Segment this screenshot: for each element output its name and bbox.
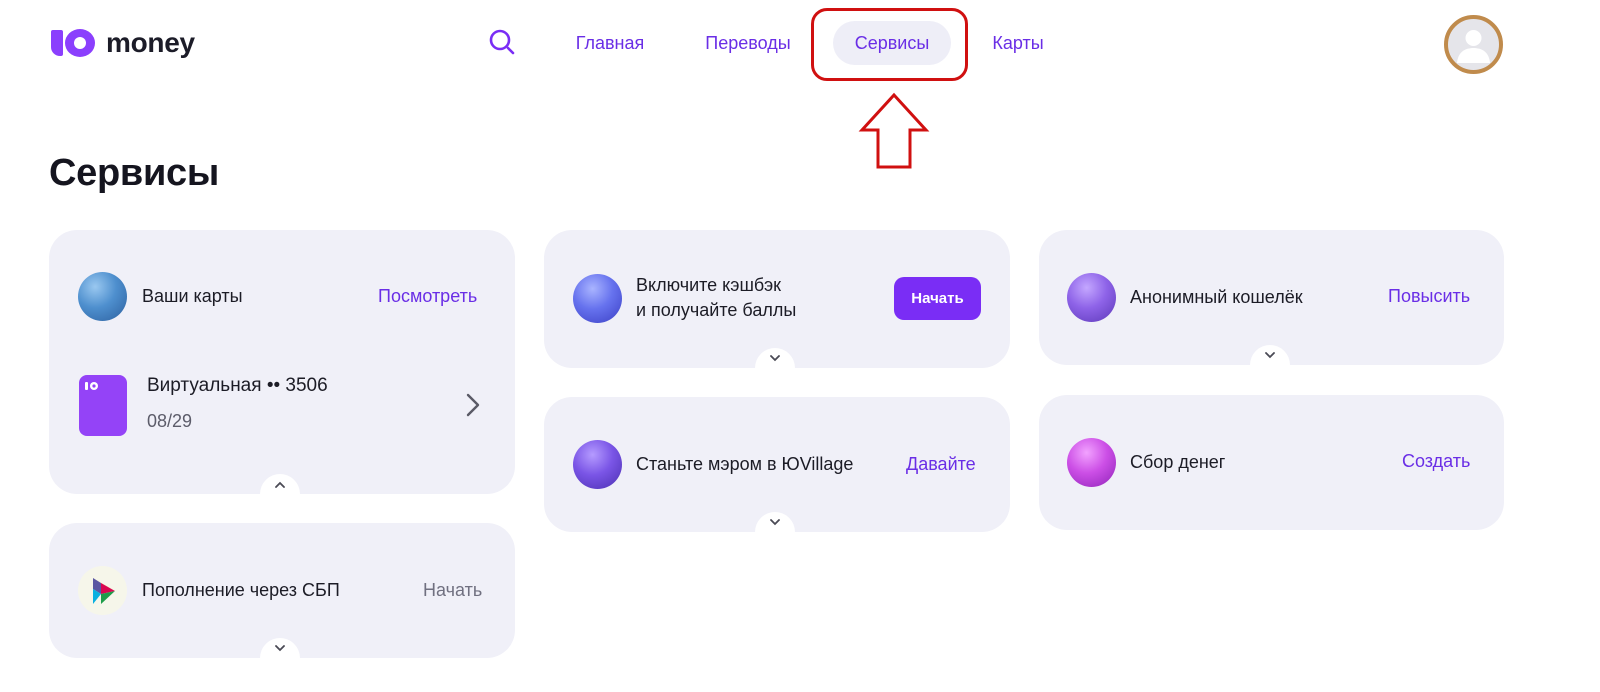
sbp-topup-title: Пополнение через СБП	[142, 580, 340, 600]
anonymous-wallet-title: Анонимный кошелёк	[1130, 287, 1303, 307]
annotation-up-arrow	[858, 92, 930, 175]
your-cards-card	[49, 230, 515, 494]
anonymous-wallet-row[interactable]: Анонимный кошелёк	[1067, 273, 1303, 322]
chevron-up-icon[interactable]	[273, 479, 287, 489]
user-icon	[1457, 30, 1490, 63]
chevron-down-icon[interactable]	[273, 643, 287, 653]
your-cards-title: Ваши карты	[142, 286, 243, 306]
chevron-right-icon[interactable]	[463, 392, 483, 418]
virtual-card-name[interactable]: Виртуальная •• 3506	[147, 375, 328, 397]
user-avatar[interactable]	[1444, 15, 1503, 74]
cashback-row[interactable]: Включите кэшбэк и получайте баллы	[573, 273, 796, 323]
fundraising-title: Сбор денег	[1130, 452, 1226, 472]
wallet-shield-icon	[1067, 273, 1116, 322]
piggy-bank-icon	[1067, 438, 1116, 487]
virtual-card-expiry: 08/29	[147, 411, 193, 431]
sbp-start-link[interactable]: Начать	[423, 580, 482, 601]
your-cards-row[interactable]: Ваши карты	[78, 272, 243, 321]
village-hand-icon	[573, 440, 622, 489]
cashback-coins-icon	[573, 273, 622, 323]
cashback-start-button[interactable]: Начать	[894, 277, 981, 320]
yoomoney-logo-mark	[51, 27, 96, 59]
mayor-go-link[interactable]: Давайте	[906, 454, 976, 475]
nav-transfers[interactable]: Переводы	[690, 21, 806, 65]
logo-text: money	[106, 27, 195, 58]
cards-orb-icon	[78, 272, 127, 321]
mayor-row[interactable]: Станьте мэром в ЮVillage	[573, 440, 853, 489]
fundraising-row[interactable]: Сбор денег	[1067, 438, 1225, 487]
cashback-title-line2: и получайте баллы	[636, 300, 797, 320]
cashback-title-line1: Включите кэшбэк	[636, 275, 782, 295]
nav-services[interactable]: Сервисы	[833, 21, 951, 65]
nav-main[interactable]: Главная	[560, 21, 660, 65]
chevron-down-icon[interactable]	[768, 353, 782, 363]
card-brand-icon	[85, 382, 98, 390]
chevron-down-icon[interactable]	[768, 517, 782, 527]
search-icon[interactable]	[488, 28, 518, 58]
view-cards-link[interactable]: Посмотреть	[378, 286, 477, 307]
create-fundraising-link[interactable]: Создать	[1402, 451, 1470, 472]
yoomoney-logo[interactable]: money	[51, 26, 195, 60]
virtual-card-thumbnail[interactable]	[79, 375, 127, 436]
sbp-logo-icon	[78, 566, 127, 615]
mayor-title: Станьте мэром в ЮVillage	[636, 454, 854, 474]
sbp-topup-row[interactable]: Пополнение через СБП	[78, 566, 340, 615]
chevron-down-icon[interactable]	[1263, 350, 1277, 360]
upgrade-wallet-link[interactable]: Повысить	[1388, 286, 1470, 307]
page-title: Сервисы	[49, 152, 219, 194]
nav-cards[interactable]: Карты	[978, 21, 1058, 65]
